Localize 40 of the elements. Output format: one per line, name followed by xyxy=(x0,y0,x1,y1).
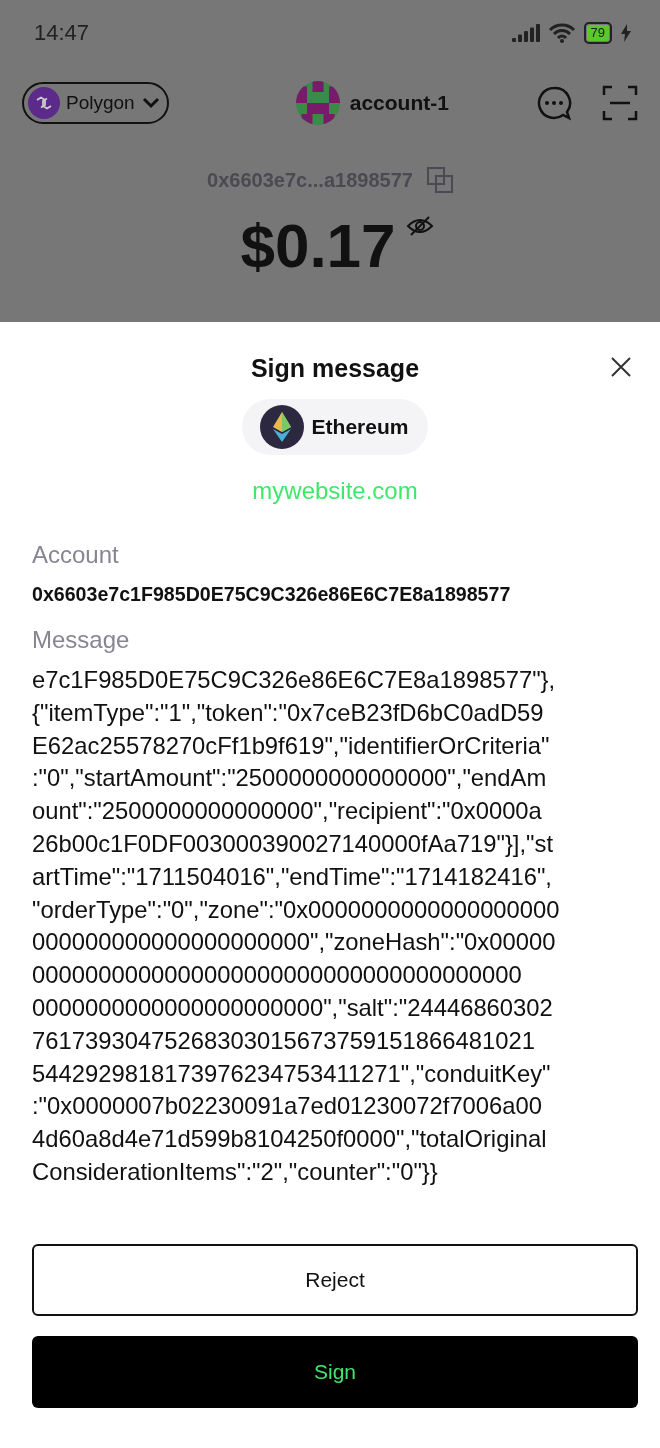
message-line: 0000000000000000000000","salt":"24446860302 xyxy=(32,992,554,1023)
ethereum-logo-icon xyxy=(259,405,304,449)
message-line: ConsiderationItems":"2","counter":"0"}} xyxy=(32,1156,439,1187)
network-selector[interactable]: Polygon xyxy=(22,82,169,124)
status-time: 14:47 xyxy=(34,20,90,46)
message-line: :"0","startAmount":"2500000000000000","endAm xyxy=(32,763,548,794)
site-domain: mywebsite.com xyxy=(252,477,418,505)
avatar-icon xyxy=(295,81,340,125)
message-line: 000000000000000000000","zoneHash":"0x00000 xyxy=(32,927,557,958)
message-line: 0000000000000000000000000000000000000 xyxy=(32,960,523,991)
chain-name: Ethereum xyxy=(311,415,409,439)
signal-icon xyxy=(511,24,540,42)
message-line: e7c1F985D0E75C9C326e86E6C7E8a1898577"}, xyxy=(32,665,557,695)
sign-button[interactable]: Sign xyxy=(32,1336,638,1408)
dialog-title: Sign message xyxy=(250,354,420,383)
message-line: {"itemType":"1","token":"0x7ceB23fD6bC0adD59 xyxy=(32,697,545,728)
charging-icon xyxy=(620,24,632,42)
message-label: Message xyxy=(32,626,131,654)
message-line: artTime":"1711504016","endTime":"1714182416", xyxy=(32,861,553,892)
message-line: ount":"2500000000000000","recipient":"0x0000a xyxy=(32,796,543,827)
chevron-down-icon xyxy=(140,96,161,110)
message-line: :"0x0000007b02230091a7ed01230072f7006a00 xyxy=(32,1091,544,1122)
scan-icon[interactable] xyxy=(602,85,638,121)
eye-off-icon[interactable] xyxy=(405,215,434,237)
battery-level: 79 xyxy=(586,25,609,41)
chat-icon[interactable] xyxy=(536,85,572,121)
message-line: 26b00c1F0DF003000390027140000fAa719"}],"st xyxy=(32,829,555,859)
close-button[interactable] xyxy=(610,356,632,378)
message-line: 76173930475268303015673759151866481021 xyxy=(32,1025,536,1056)
wifi-icon xyxy=(547,22,576,44)
message-line: 4d60a8d4e71d599b8104250f0000","totalOriginal xyxy=(32,1124,548,1155)
message-line: E62ac25578270cFf1b9f619","identifierOrCriteria" xyxy=(32,730,551,761)
balance-amount: $0.17 xyxy=(240,215,396,277)
account-name[interactable]: account-1 xyxy=(349,91,449,115)
message-line: "orderType":"0","zone":"0x0000000000000000000 xyxy=(32,894,561,925)
message-line: 5442929818173976234753411271","conduitKey" xyxy=(32,1058,552,1089)
reject-button[interactable]: Reject xyxy=(32,1244,638,1316)
polygon-logo-icon xyxy=(28,87,60,119)
account-label: Account xyxy=(32,541,120,569)
account-address: 0x6603e7c1F985D0E75C9C326e86E6C7E8a1898577 xyxy=(32,583,512,606)
